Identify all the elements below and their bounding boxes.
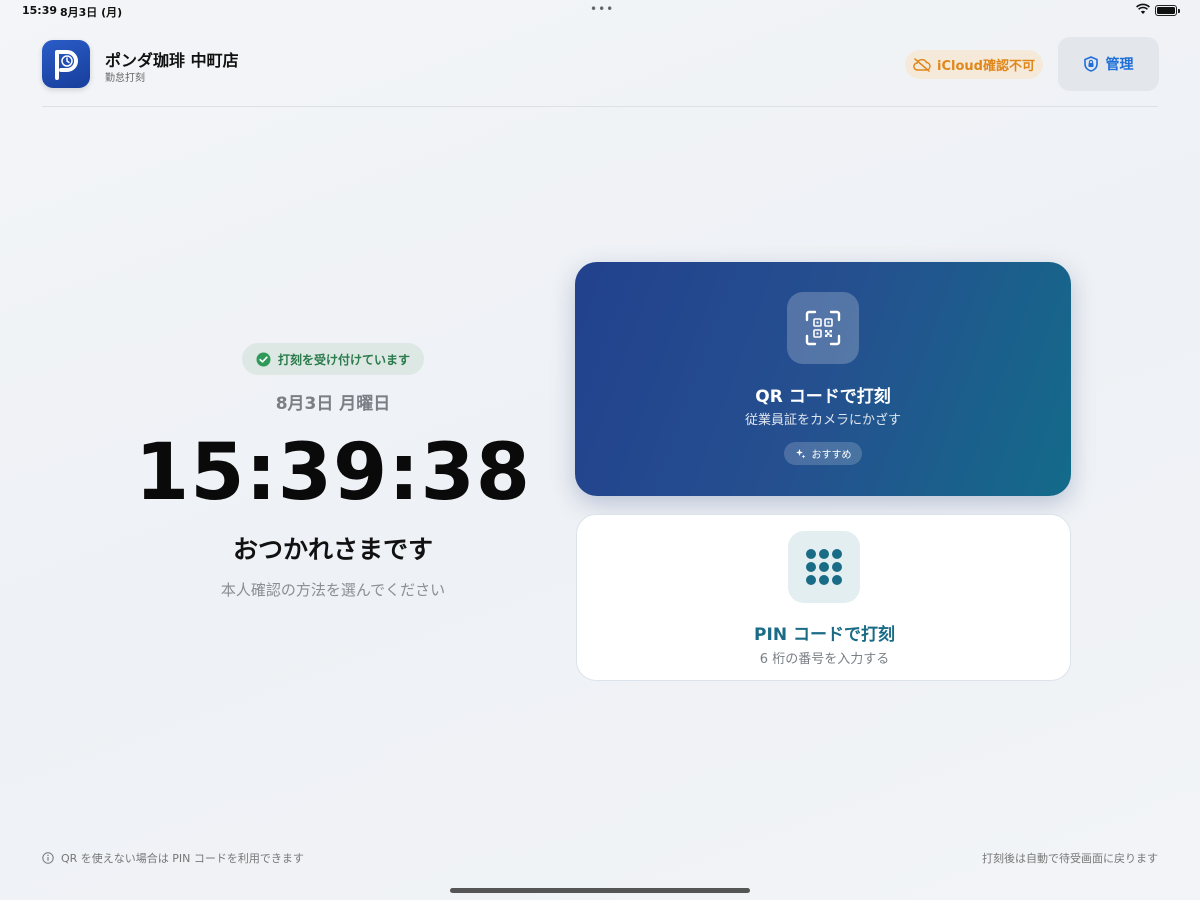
greeting-text: おつかれさまです [232, 535, 433, 564]
admin-button[interactable]: 管理 [1058, 37, 1159, 91]
multitask-dots[interactable]: ••• [590, 2, 614, 16]
instruction-text: 本人確認の方法を選んでください [220, 581, 446, 599]
pin-punch-button[interactable]: PIN コードで打刻 6 桁の番号を入力する [576, 514, 1071, 681]
qr-scan-icon [805, 310, 841, 346]
battery-icon [1155, 5, 1180, 16]
info-icon [42, 852, 54, 864]
icloud-status-label: iCloud確認不可 [937, 59, 1035, 74]
clock-p-logo-icon [42, 40, 90, 88]
current-date: 8月3日 月曜日 [275, 394, 391, 414]
store-subtitle: 勤怠打刻 [105, 73, 145, 84]
check-circle-icon [256, 352, 271, 366]
footer-hint: QR を使えない場合は PIN コードを利用できます [42, 850, 304, 866]
status-time: 15:39 [22, 4, 58, 17]
shield-lock-icon [1083, 56, 1098, 72]
icloud-status-badge[interactable]: iCloud確認不可 [905, 50, 1043, 79]
qr-punch-subtitle: 従業員証をカメラにかざす [744, 413, 901, 428]
accepting-status-label: 打刻を受け付けています [277, 352, 410, 367]
home-indicator[interactable] [450, 888, 750, 893]
pin-icon-container [788, 531, 860, 603]
recommended-badge: おすすめ [784, 442, 862, 465]
store-name: ポンダ珈琲 中町店 [105, 51, 239, 70]
status-bar: 15:39 8月3日 (月) ••• [0, 0, 1200, 22]
qr-punch-button[interactable]: QR コードで打刻 従業員証をカメラにかざす おすすめ [575, 262, 1071, 496]
current-time-clock: 15:39:38 [134, 428, 532, 518]
wifi-icon [1136, 3, 1150, 14]
header-divider [42, 106, 1158, 107]
qr-punch-title: QR コードで打刻 [755, 387, 891, 407]
footer-hint-text: QR を使えない場合は PIN コードを利用できます [61, 852, 304, 865]
pin-punch-subtitle: 6 桁の番号を入力する [759, 652, 890, 667]
status-date: 8月3日 (月) [60, 6, 123, 19]
qr-icon-container [787, 292, 859, 364]
footer-auto-return-text: 打刻後は自動で待受画面に戻ります [982, 852, 1158, 865]
accepting-status-badge: 打刻を受け付けています [242, 343, 424, 375]
sparkle-icon [795, 449, 805, 459]
cloud-off-icon [913, 57, 931, 72]
keypad-icon [806, 549, 842, 585]
pin-punch-title: PIN コードで打刻 [754, 625, 895, 645]
admin-label: 管理 [1105, 57, 1134, 73]
recommended-label: おすすめ [811, 450, 852, 461]
